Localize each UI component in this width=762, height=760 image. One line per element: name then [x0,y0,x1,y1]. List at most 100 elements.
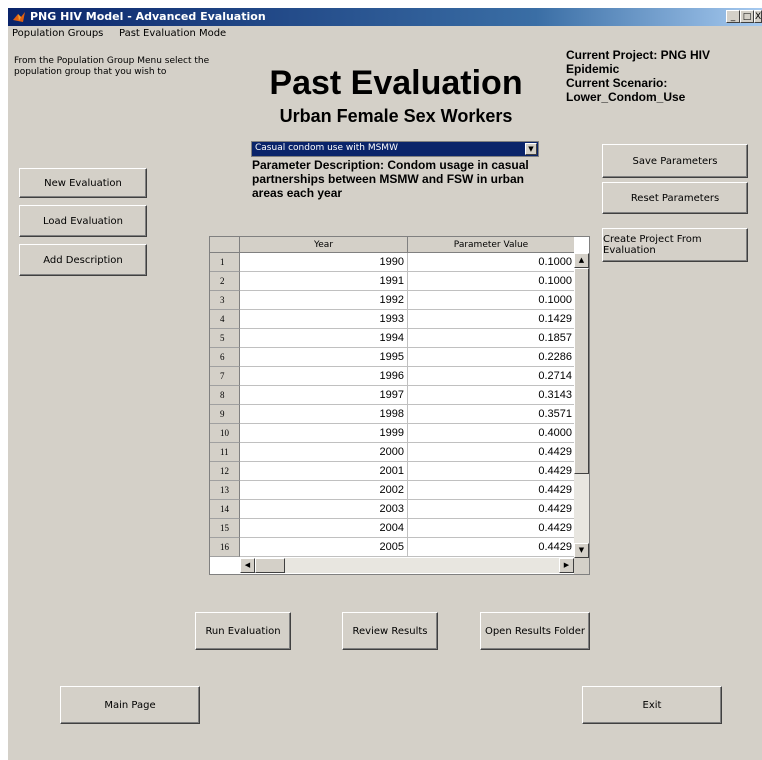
page-title: Past Evaluation [269,64,523,102]
parameter-value-cell[interactable]: 0.2286 [408,348,574,367]
table-row[interactable]: 12 2001 0.4429 [210,462,574,481]
parameter-value-cell[interactable]: 0.1000 [408,253,574,272]
year-cell[interactable]: 2001 [240,462,408,481]
chevron-down-icon[interactable]: ▼ [525,143,537,155]
row-number[interactable]: 2 [210,272,240,291]
load-evaluation-button[interactable]: Load Evaluation [19,205,147,237]
minimize-button[interactable]: _ [726,10,740,23]
close-button[interactable]: X [754,10,762,23]
horizontal-scroll-thumb[interactable] [255,558,285,573]
table-row[interactable]: 5 1994 0.1857 [210,329,574,348]
reset-parameters-button[interactable]: Reset Parameters [602,182,748,214]
create-project-button[interactable]: Create Project From Evaluation [602,228,748,262]
app-window: PNG HIV Model - Advanced Evaluation _ □ … [8,8,762,760]
parameter-value-cell[interactable]: 0.4000 [408,424,574,443]
parameter-value-cell[interactable]: 0.4429 [408,481,574,500]
parameter-value-cell[interactable]: 0.3571 [408,405,574,424]
year-cell[interactable]: 1995 [240,348,408,367]
run-evaluation-button[interactable]: Run Evaluation [195,612,291,650]
row-number[interactable]: 5 [210,329,240,348]
row-number[interactable]: 16 [210,538,240,557]
row-number[interactable]: 4 [210,310,240,329]
year-cell[interactable]: 1999 [240,424,408,443]
year-cell[interactable]: 1998 [240,405,408,424]
year-cell[interactable]: 2003 [240,500,408,519]
parameter-value-cell[interactable]: 0.1429 [408,310,574,329]
year-cell[interactable]: 1991 [240,272,408,291]
row-number[interactable]: 6 [210,348,240,367]
table-row[interactable]: 10 1999 0.4000 [210,424,574,443]
row-number[interactable]: 7 [210,367,240,386]
table-row[interactable]: 16 2005 0.4429 [210,538,574,557]
year-cell[interactable]: 1996 [240,367,408,386]
menu-bar: Population Groups Past Evaluation Mode [8,26,762,42]
current-scenario-label: Current Scenario: [566,76,668,90]
menu-past-evaluation-mode[interactable]: Past Evaluation Mode [119,28,226,39]
exit-button[interactable]: Exit [582,686,722,724]
table-row[interactable]: 13 2002 0.4429 [210,481,574,500]
menu-population-groups[interactable]: Population Groups [12,28,103,39]
parameter-select[interactable]: Casual condom use with MSMW ▼ [251,141,539,157]
vertical-scroll-thumb[interactable] [574,268,589,474]
table-row[interactable]: 6 1995 0.2286 [210,348,574,367]
table-row[interactable]: 15 2004 0.4429 [210,519,574,538]
row-number[interactable]: 3 [210,291,240,310]
parameter-value-cell[interactable]: 0.4429 [408,538,574,557]
parameter-value-cell[interactable]: 0.3143 [408,386,574,405]
year-cell[interactable]: 2000 [240,443,408,462]
table-row[interactable]: 7 1996 0.2714 [210,367,574,386]
table-row[interactable]: 9 1998 0.3571 [210,405,574,424]
parameter-value-cell[interactable]: 0.1857 [408,329,574,348]
parameter-value-cell[interactable]: 0.2714 [408,367,574,386]
row-number[interactable]: 10 [210,424,240,443]
row-number[interactable]: 11 [210,443,240,462]
new-evaluation-button[interactable]: New Evaluation [19,168,147,198]
parameter-value-cell[interactable]: 0.4429 [408,462,574,481]
main-page-button[interactable]: Main Page [60,686,200,724]
parameter-value-cell[interactable]: 0.4429 [408,500,574,519]
parameter-value-cell[interactable]: 0.4429 [408,443,574,462]
table-row[interactable]: 8 1997 0.3143 [210,386,574,405]
maximize-button[interactable]: □ [740,10,754,23]
vertical-scrollbar[interactable]: ▲ ▼ [574,253,589,558]
scroll-down-icon[interactable]: ▼ [574,543,589,558]
save-parameters-button[interactable]: Save Parameters [602,144,748,178]
parameter-value-cell[interactable]: 0.1000 [408,291,574,310]
year-cell[interactable]: 2004 [240,519,408,538]
table-row[interactable]: 4 1993 0.1429 [210,310,574,329]
year-cell[interactable]: 1994 [240,329,408,348]
current-project-label: Current Project: PNG HIV [566,48,711,62]
scroll-left-icon[interactable]: ◀ [240,558,255,573]
scroll-up-icon[interactable]: ▲ [574,253,589,268]
table-row[interactable]: 2 1991 0.1000 [210,272,574,291]
table-row[interactable]: 1 1990 0.1000 [210,253,574,272]
row-number[interactable]: 15 [210,519,240,538]
year-cell[interactable]: 2002 [240,481,408,500]
table-row[interactable]: 14 2003 0.4429 [210,500,574,519]
row-number[interactable]: 13 [210,481,240,500]
column-header-parameter-value[interactable]: Parameter Value [408,237,574,253]
add-description-button[interactable]: Add Description [19,244,147,276]
year-cell[interactable]: 1992 [240,291,408,310]
row-number[interactable]: 9 [210,405,240,424]
horizontal-scrollbar[interactable]: ◀ ▶ [240,558,574,573]
row-number[interactable]: 14 [210,500,240,519]
open-results-folder-button[interactable]: Open Results Folder [480,612,590,650]
row-number[interactable]: 1 [210,253,240,272]
table-row[interactable]: 11 2000 0.4429 [210,443,574,462]
year-cell[interactable]: 2005 [240,538,408,557]
review-results-button[interactable]: Review Results [342,612,438,650]
row-number[interactable]: 12 [210,462,240,481]
year-cell[interactable]: 1990 [240,253,408,272]
parameter-table[interactable]: Year Parameter Value 1 1990 0.1000 2 1991 0.1… [209,236,590,575]
parameter-value-cell[interactable]: 0.4429 [408,519,574,538]
window-title: PNG HIV Model - Advanced Evaluation [30,10,266,23]
year-cell[interactable]: 1997 [240,386,408,405]
scroll-right-icon[interactable]: ▶ [559,558,574,573]
column-header-year[interactable]: Year [240,237,408,253]
table-row[interactable]: 3 1992 0.1000 [210,291,574,310]
year-cell[interactable]: 1993 [240,310,408,329]
row-number[interactable]: 8 [210,386,240,405]
parameter-value-cell[interactable]: 0.1000 [408,272,574,291]
title-bar[interactable]: PNG HIV Model - Advanced Evaluation _ □ … [8,8,762,26]
